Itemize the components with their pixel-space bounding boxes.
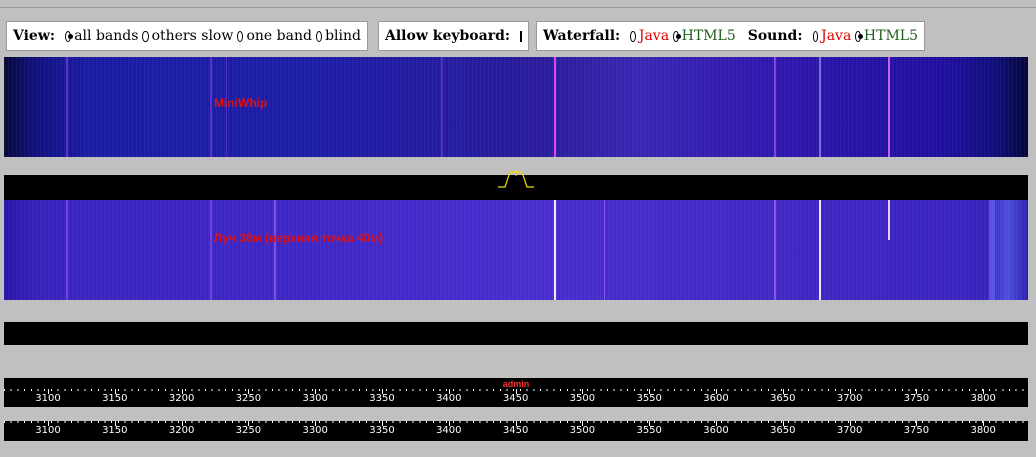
waterfall-luch[interactable]: Луч 38м (верхняя точка 40м): [4, 200, 1028, 300]
sound-html5-label[interactable]: HTML5: [864, 28, 918, 44]
waterfall-label: Waterfall:: [543, 28, 621, 44]
waterfall-label-luch: Луч 38м (верхняя точка 40м): [214, 231, 384, 245]
signal-line: [66, 200, 68, 300]
signal-line: [441, 57, 443, 157]
view-others-slow-label[interactable]: others slow: [152, 28, 234, 44]
scale-tick-label: 3150: [102, 425, 128, 436]
waterfall-panel-2[interactable]: Луч 38м (верхняя точка 40м) 310031503200…: [4, 200, 1028, 300]
waterfall-texture: [4, 57, 1028, 157]
scale-tick-label: 3600: [703, 425, 729, 436]
signal-line: [819, 57, 821, 157]
sound-java-radio[interactable]: [812, 30, 819, 42]
scale-tick-label: 3200: [168, 393, 195, 404]
signal-line: [819, 200, 821, 300]
top-divider: [0, 7, 1036, 8]
scale-tick-label: 3250: [235, 425, 262, 436]
signal-line: [210, 200, 212, 300]
scale-tick-label: 3750: [903, 425, 930, 436]
view-all-bands-label[interactable]: all bands: [74, 28, 138, 44]
passband-area[interactable]: [4, 170, 1028, 200]
view-blind-label[interactable]: blind: [325, 28, 361, 44]
scale-tick-label: 3300: [302, 393, 328, 404]
signal-line: [604, 200, 605, 300]
signal-line: [66, 57, 68, 157]
scale-tick-label: 3100: [35, 393, 61, 404]
scale-tick-label: 3250: [235, 393, 262, 404]
scale-tick-label: 3450: [502, 393, 529, 404]
frequency-scale-4[interactable]: 3100 3150 3200 3250 3300 3350 3400 3450 3500 3550…: [4, 421, 1028, 441]
scale-tick-label: 3650: [770, 393, 796, 404]
view-one-band-radio[interactable]: [237, 30, 244, 42]
user-scale-panel[interactable]: admin 3100 3150 3200 3250 3300 3350 3400 3450 35…: [4, 378, 1028, 407]
sound-label: Sound:: [747, 28, 803, 44]
scale-tick-label: 3500: [569, 425, 596, 436]
scale-tick-label: 3350: [369, 393, 395, 404]
signal-line: [210, 57, 212, 157]
keyboard-group: Allow keyboard:: [378, 21, 529, 51]
scale-tick-label: 3650: [770, 425, 796, 436]
scale-tick-label: 3700: [836, 393, 863, 404]
waterfall-2-bottom: [4, 322, 1028, 345]
view-all-bands-radio[interactable]: [65, 30, 74, 42]
sound-java-label[interactable]: Java: [821, 28, 851, 44]
view-others-slow-radio[interactable]: [142, 30, 149, 42]
bottom-scale-panel[interactable]: 3100 3150 3200 3250 3300 3350 3400 3450 3500 3550…: [4, 421, 1028, 441]
waterfall-html5-label[interactable]: HTML5: [682, 28, 736, 44]
waterfall-java-label[interactable]: Java: [639, 28, 669, 44]
waterfall-html5-radio[interactable]: [673, 30, 681, 42]
signal-line: [554, 200, 556, 300]
scale-tick-label: 3450: [502, 425, 529, 436]
frequency-scale-3[interactable]: 3100 3150 3200 3250 3300 3350 3400 3450 3500 3550…: [4, 389, 1028, 407]
sound-html5-radio[interactable]: [855, 30, 863, 42]
signal-line: [774, 200, 776, 300]
scale-tick-label: 3750: [903, 393, 930, 404]
view-blind-radio[interactable]: [315, 30, 323, 42]
user-label-admin: admin: [502, 379, 530, 389]
keyboard-label: Allow keyboard:: [385, 28, 511, 44]
scale-tick-label: 3150: [102, 393, 128, 404]
passband-marker-icon[interactable]: [496, 170, 536, 188]
scale-tick-label: 3550: [636, 393, 662, 404]
allow-keyboard-checkbox[interactable]: [520, 30, 523, 42]
scale-tick-label: 3350: [369, 425, 395, 436]
waterfall-miniwhip[interactable]: MiniWhip: [4, 57, 1028, 157]
scale-tick-label: 3300: [302, 425, 328, 436]
waterfall-label-miniwhip: MiniWhip: [214, 96, 268, 110]
waterfall-java-radio[interactable]: [630, 30, 636, 42]
waterfall-sound-group: Waterfall: Java HTML5 Sound: Java HTML5: [536, 21, 925, 51]
scale-tick-label: 3600: [703, 393, 729, 404]
signal-line: [274, 200, 276, 300]
view-group: View: all bands others slow one band bli…: [6, 21, 368, 51]
scale-tick-label: 3800: [970, 393, 996, 404]
signal-line: [774, 57, 776, 157]
signal-line: [989, 200, 995, 300]
view-label: View:: [13, 28, 56, 44]
scale-tick-label: 3500: [569, 393, 596, 404]
scale-tick-label: 3550: [636, 425, 662, 436]
signal-line: [554, 57, 556, 157]
signal-line: [888, 57, 890, 157]
toolbar: View: all bands others slow one band bli…: [6, 21, 1036, 53]
waterfall-panel-1[interactable]: MiniWhip 3100315032003250330033503400345…: [4, 57, 1028, 157]
signal-line: [888, 200, 890, 240]
scale-tick-label: 3400: [436, 393, 462, 404]
waterfall-texture: [4, 200, 1028, 300]
scale-tick-label: 3100: [35, 425, 61, 436]
scale-tick-label: 3400: [436, 425, 462, 436]
scale-tick-label: 3700: [836, 425, 863, 436]
view-one-band-label[interactable]: one band: [246, 28, 311, 44]
scale-tick-label: 3200: [168, 425, 195, 436]
scale-tick-label: 3800: [970, 425, 996, 436]
